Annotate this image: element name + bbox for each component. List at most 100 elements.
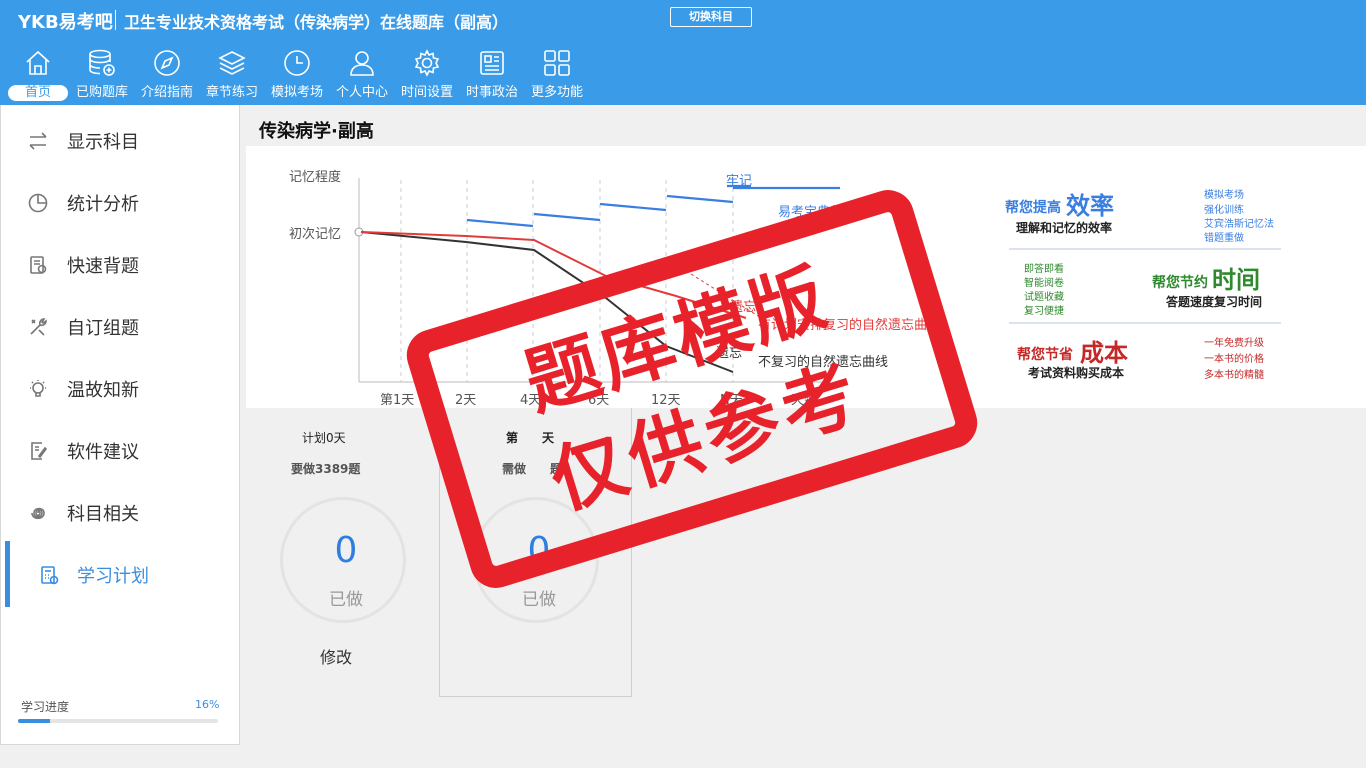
sidebar-item-quick-recite[interactable]: 快速背题: [1, 239, 239, 289]
sidebar-item-review[interactable]: 温故知新: [1, 363, 239, 413]
efficiency-point: 错题重做: [1204, 233, 1244, 244]
forget-label-1: 遗忘: [730, 300, 757, 315]
sidebar-item-custom-quiz[interactable]: 自订组题: [1, 301, 239, 351]
time-point: 即答即看: [1024, 264, 1064, 275]
pie-chart-icon: [27, 192, 49, 214]
nav-mock-exam[interactable]: 模拟考场: [266, 48, 328, 104]
sidebar-item-label: 科目相关: [67, 504, 139, 525]
clock-icon: [282, 48, 312, 78]
switch-subject-button[interactable]: 切换科目: [670, 7, 752, 27]
spiral-icon: [27, 502, 49, 524]
x-tick-label: N天: [720, 393, 743, 408]
book-icon: [27, 254, 49, 276]
cost-point: 一年免费升级: [1204, 338, 1264, 349]
calculator-icon: [38, 564, 60, 586]
no-review-curve-label: 不复习的自然遗忘曲线: [758, 355, 889, 370]
sidebar-item-label: 统计分析: [67, 194, 139, 215]
time-subtitle: 答题速度复习时间: [1166, 295, 1263, 309]
time-point: 智能阅卷: [1024, 278, 1064, 289]
efficiency-title-big: 效率: [1066, 192, 1114, 220]
plan-days: 计划0天: [302, 431, 346, 445]
nav-time-label: 时间设置: [400, 85, 453, 100]
modify-plan-link[interactable]: 修改: [320, 644, 352, 668]
cost-point: 一本书的价格: [1204, 354, 1264, 365]
nav-home[interactable]: 首页: [7, 48, 69, 104]
progress-percent: 16%: [195, 698, 220, 711]
layers-icon: [217, 48, 247, 78]
brand-logo: YKB易考吧: [18, 12, 113, 33]
x-tick-label: 12天: [651, 393, 681, 408]
swap-icon: [27, 130, 49, 152]
ykb-curve-label: 易考宝典复习: [778, 205, 857, 220]
cost-title-big: 成本: [1080, 339, 1128, 367]
x-tick-label: 2天: [455, 393, 477, 408]
nav-personal-label: 个人中心: [335, 85, 388, 100]
x-tick-label: 第1天: [380, 393, 415, 408]
cost-title-small: 帮您节省: [1017, 347, 1073, 363]
nav-chapter-practice[interactable]: 章节练习: [201, 48, 263, 104]
x-tick-label: 6天: [588, 393, 610, 408]
grid-icon: [542, 48, 572, 78]
day-label: 第 天: [506, 431, 555, 445]
time-point: 复习便捷: [1024, 306, 1064, 317]
sidebar-item-label: 自订组题: [67, 318, 139, 339]
today-done-ring: 0 已做: [473, 497, 599, 623]
sidebar-item-show-subjects[interactable]: 显示科目: [1, 115, 239, 165]
forgetting-curve-banner: 记忆程度 初次记忆 牢记 易考宝典复习 遗忘 有计划安排复习的自然遗忘曲线 遗忘…: [246, 146, 1366, 408]
tools-icon: [27, 316, 49, 338]
gear-icon: [412, 48, 442, 78]
today-done-count: 0: [527, 530, 551, 571]
app-title: 卫生专业技术资格考试（传染病学）在线题库（副高）: [124, 13, 509, 32]
y-axis-label: 记忆程度: [289, 170, 342, 185]
database-icon: [87, 48, 117, 78]
progress-fill: [18, 719, 50, 723]
remember-label: 牢记: [726, 174, 753, 189]
sidebar-item-statistics[interactable]: 统计分析: [1, 177, 239, 227]
nav-affairs-label: 时事政治: [465, 85, 518, 100]
time-point: 试题收藏: [1024, 292, 1064, 303]
sidebar-item-suggestions[interactable]: 软件建议: [1, 425, 239, 475]
forget-label-2: 遗忘: [716, 346, 743, 361]
x-tick-label: 天数: [791, 393, 818, 408]
home-icon: [23, 48, 53, 78]
sidebar-item-subject-related[interactable]: 科目相关: [1, 487, 239, 537]
nav-guide-label: 介绍指南: [140, 85, 193, 100]
time-title-big: 时间: [1212, 266, 1260, 294]
nav-chapter-label: 章节练习: [205, 85, 258, 100]
nav-purchased-label: 已购题库: [75, 85, 128, 100]
done-label: 已做: [329, 590, 363, 610]
planned-review-curve: [360, 231, 747, 319]
sidebar-item-study-plan[interactable]: 学习计划: [1, 541, 239, 607]
bulb-icon: [27, 378, 49, 400]
efficiency-title-small: 帮您提高: [1005, 200, 1061, 216]
cost-subtitle: 考试资料购买成本: [1028, 366, 1125, 380]
done-ring: 0 已做: [280, 497, 406, 623]
efficiency-point: 强化训练: [1204, 205, 1244, 216]
edit-doc-icon: [27, 440, 49, 462]
nav-more-label: 更多功能: [530, 85, 583, 100]
done-count: 0: [334, 530, 358, 571]
x-tick-label: 4天: [520, 393, 542, 408]
study-plan-panel: 计划0天 要做3389题 0 已做 修改 第 天 需做 题 0 已做: [246, 408, 1366, 745]
no-review-curve: [360, 231, 734, 373]
progress-label: 学习进度: [21, 700, 70, 714]
today-done-label: 已做: [522, 590, 556, 610]
first-memory-label: 初次记忆: [289, 227, 342, 242]
nav-personal-center[interactable]: 个人中心: [331, 48, 393, 104]
nav-current-affairs[interactable]: 时事政治: [461, 48, 523, 104]
progress-bar: [18, 719, 218, 723]
nav-more[interactable]: 更多功能: [526, 48, 588, 104]
brand-divider: [115, 10, 116, 30]
sidebar-item-label: 学习计划: [77, 566, 149, 587]
nav-mock-label: 模拟考场: [270, 85, 323, 100]
compass-icon: [152, 48, 182, 78]
nav-time-settings[interactable]: 时间设置: [396, 48, 458, 104]
nav-guide[interactable]: 介绍指南: [136, 48, 198, 104]
sidebar-item-label: 温故知新: [67, 380, 139, 401]
top-header: YKB易考吧 卫生专业技术资格考试（传染病学）在线题库（副高） 切换科目 首页 …: [0, 0, 1366, 105]
sidebar-item-label: 快速背题: [67, 256, 139, 277]
nav-purchased-banks[interactable]: 已购题库: [71, 48, 133, 104]
active-indicator: [5, 541, 10, 607]
user-icon: [347, 48, 377, 78]
must-do-count: 要做3389题: [291, 462, 361, 476]
